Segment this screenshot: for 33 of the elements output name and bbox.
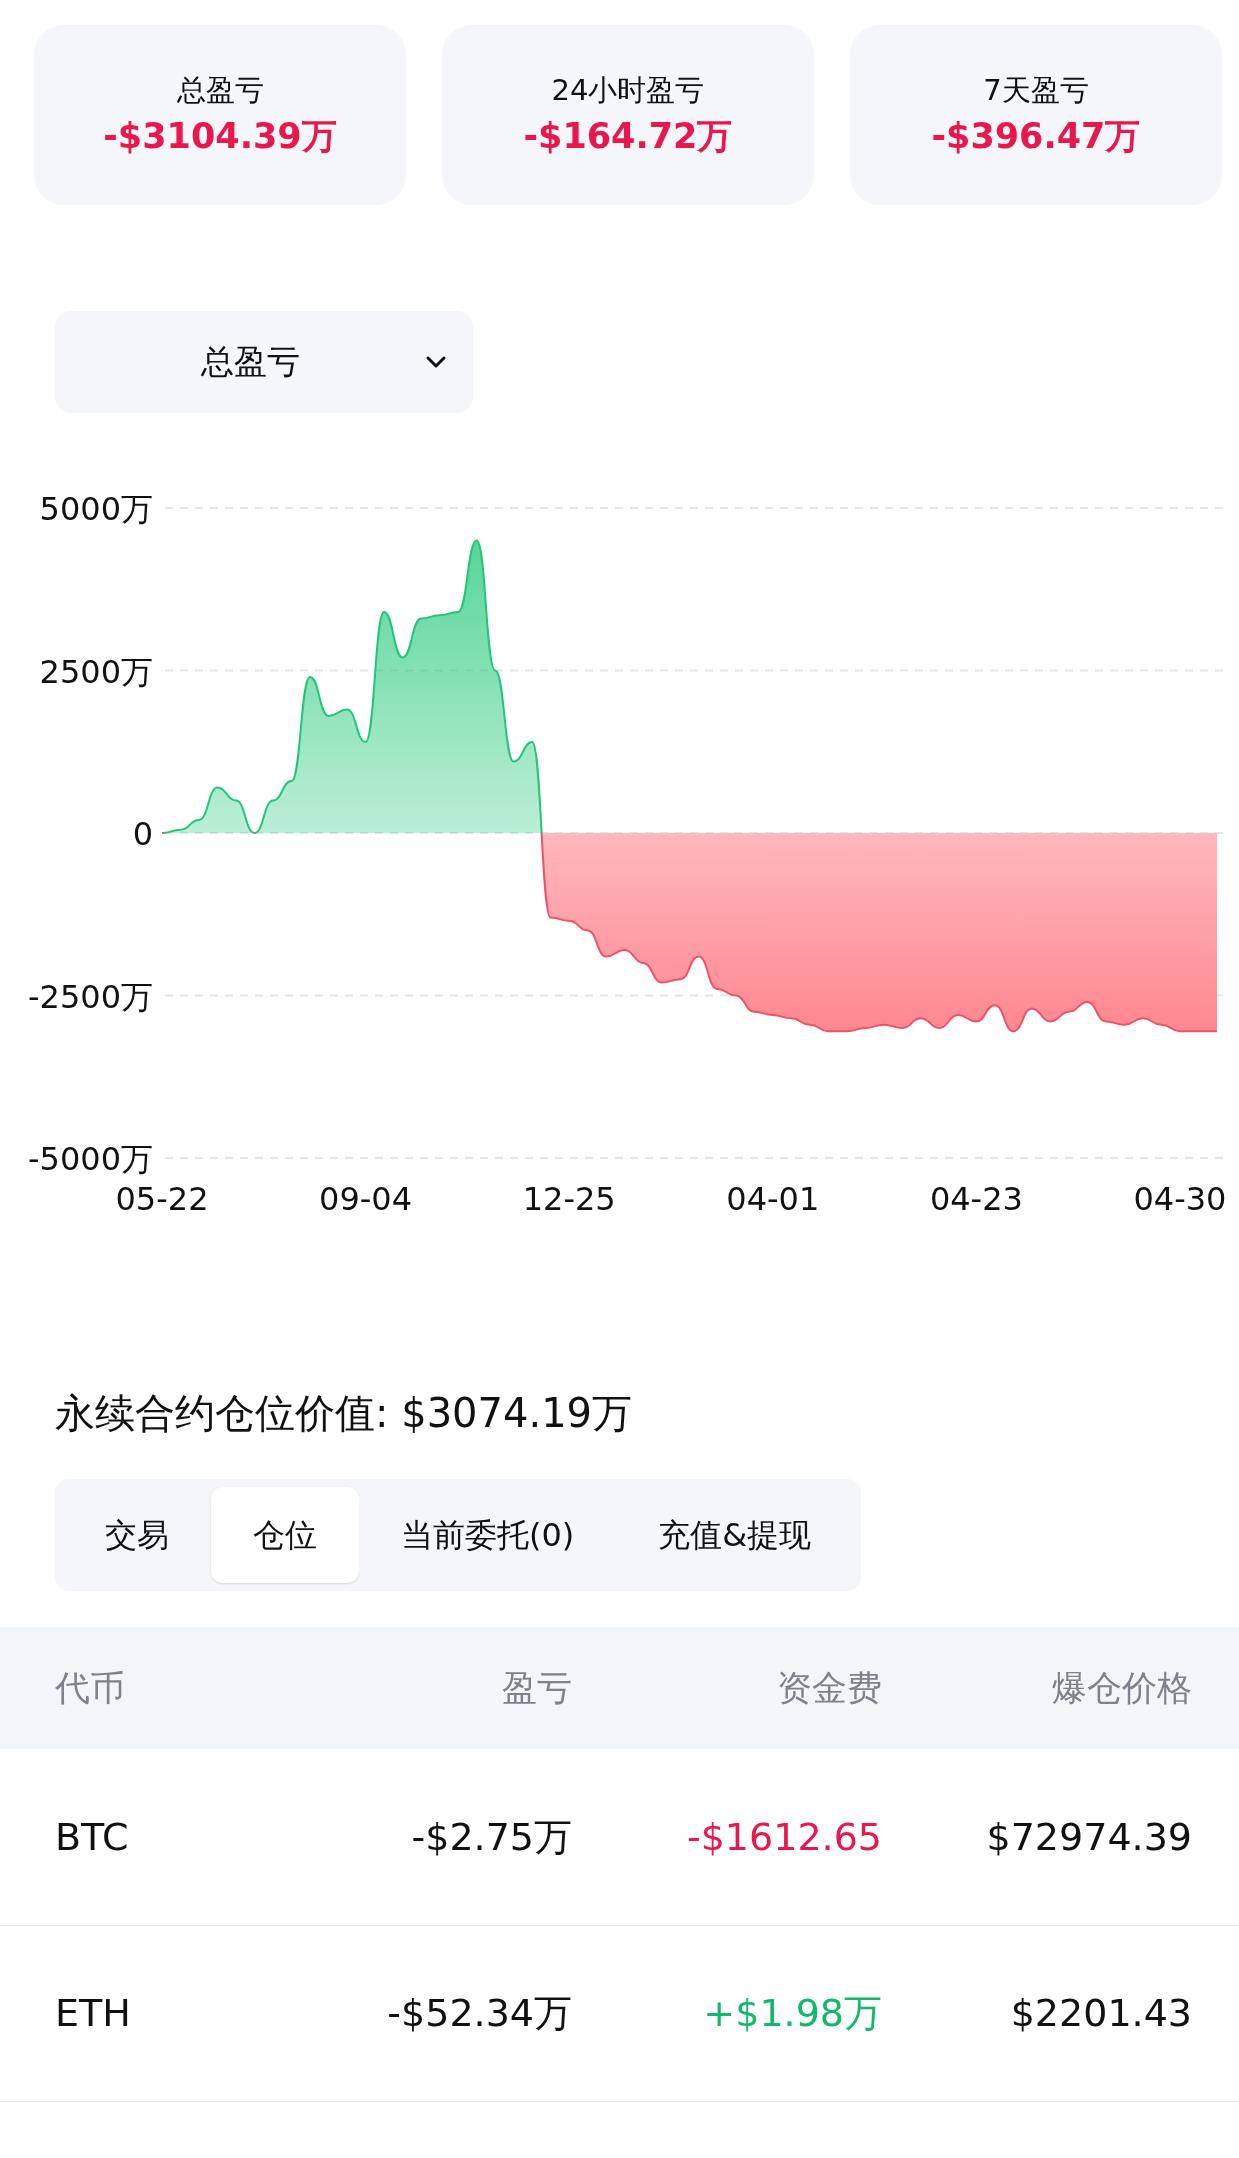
position-value: 永续合约仓位价值: $3074.19万	[54, 1393, 634, 1433]
table-cell-text: +$1.98万	[702, 1990, 882, 2037]
column-header: 盈亏	[501, 1666, 572, 1710]
table-cell-text: ETH	[54, 1990, 132, 2037]
card-label: 24小时盈亏	[551, 76, 705, 105]
column-header: 资金费	[776, 1666, 882, 1710]
tab[interactable]: 仓位	[211, 1487, 359, 1583]
table-cell-text: BTC	[54, 1813, 130, 1861]
x-axis-label: 04-23	[929, 1180, 1023, 1218]
column-header: 爆仓价格	[1051, 1666, 1192, 1710]
y-axis-label: -2500万	[28, 977, 153, 1016]
y-axis-label: -5000万	[28, 1140, 153, 1178]
card-value: -$164.72万	[523, 119, 733, 154]
y-axis-label: 0	[132, 815, 153, 853]
table-cell-text: -$1612.65	[685, 1813, 882, 1861]
chevron-down-icon	[425, 355, 447, 369]
x-axis-label: 04-01	[726, 1180, 820, 1218]
table-cell-text: -$2.75万	[410, 1813, 572, 1861]
table-cell-text: $2201.43	[1009, 1990, 1192, 2037]
card-value: -$396.47万	[931, 119, 1141, 154]
x-axis-label: 05-22	[115, 1180, 209, 1218]
table-cell-text: -$52.34万	[386, 1990, 572, 2037]
card-label: 7天盈亏	[983, 76, 1089, 105]
card-label: 总盈亏	[176, 76, 264, 105]
metric-dropdown[interactable]: 总盈亏	[55, 311, 473, 413]
card-value: -$3104.39万	[103, 119, 337, 154]
x-axis-label: 04-30	[1133, 1180, 1227, 1218]
y-axis-label: 5000万	[39, 490, 153, 528]
x-axis-label: 12-25	[522, 1180, 616, 1218]
table-cell-text: $72974.39	[985, 1813, 1192, 1861]
y-axis-label: 2500万	[39, 652, 153, 691]
column-header: 代币	[54, 1666, 126, 1710]
x-axis-label: 09-04	[319, 1180, 413, 1218]
